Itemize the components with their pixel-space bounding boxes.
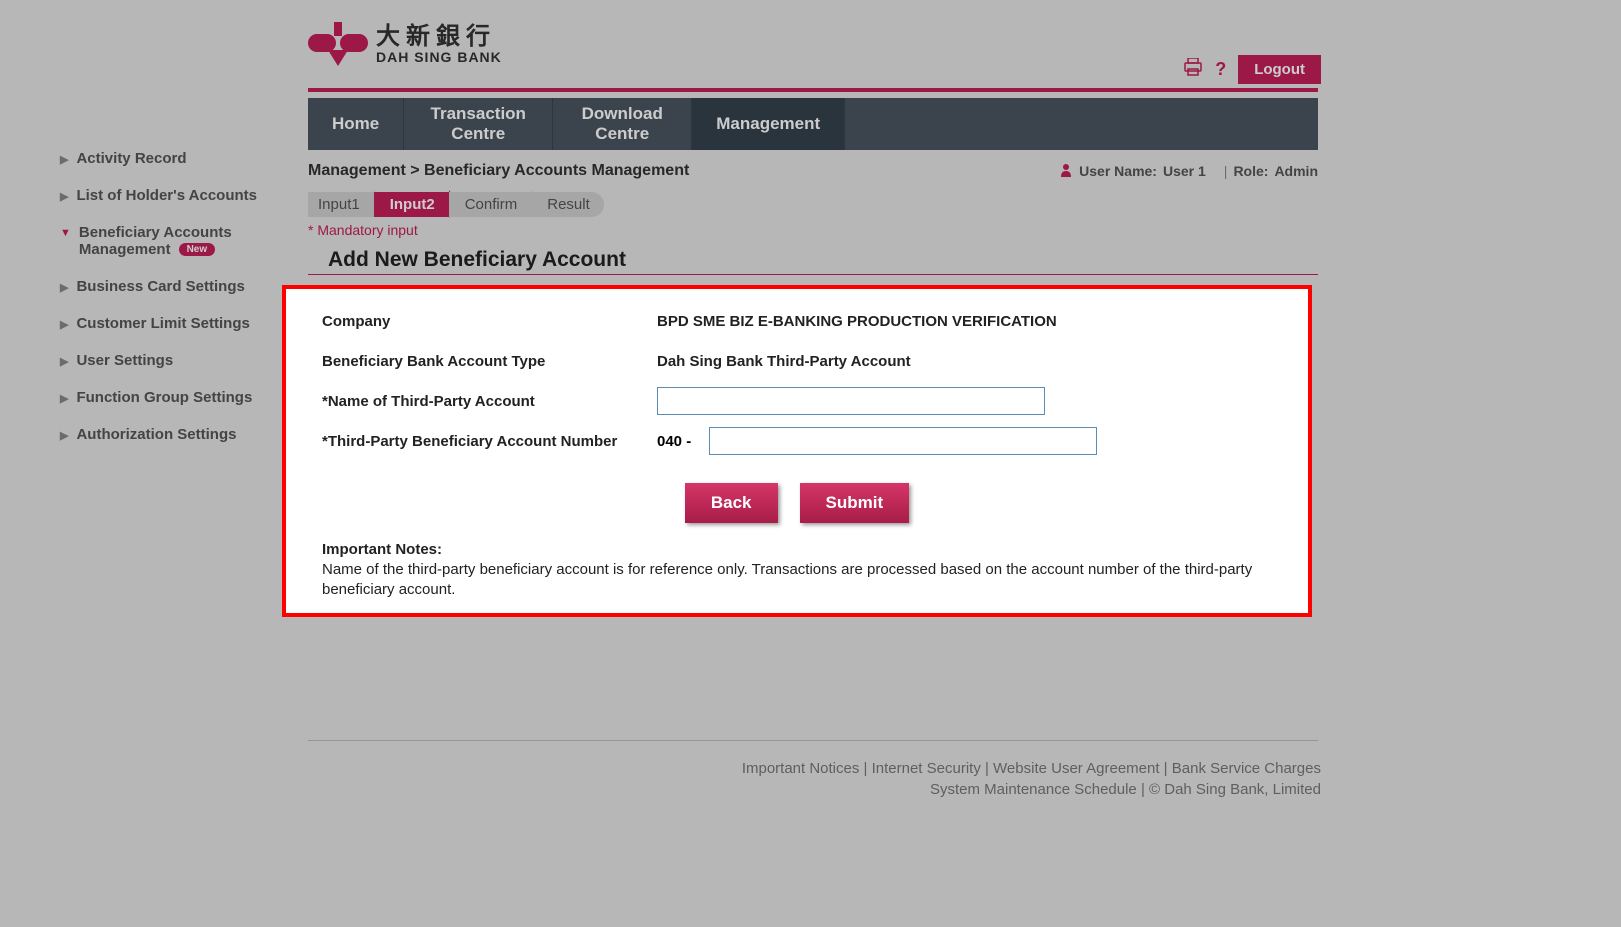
- footer-divider: [308, 740, 1318, 741]
- sidebar-item-label: Authorization Settings: [76, 426, 236, 443]
- bank-logo-icon: [308, 22, 368, 67]
- user-info: User Name: User 1 | Role: Admin: [1059, 163, 1318, 180]
- sidebar-item-holder-accounts[interactable]: ▶ List of Holder's Accounts: [60, 177, 290, 214]
- nav-download[interactable]: Download Centre: [553, 98, 692, 150]
- user-name-value: User 1: [1163, 163, 1206, 179]
- breadcrumb: Management > Beneficiary Accounts Manage…: [308, 162, 689, 180]
- sidebar-item-user-settings[interactable]: ▶ User Settings: [60, 342, 290, 379]
- nav-management[interactable]: Management: [692, 98, 845, 150]
- sidebar-item-customer-limit[interactable]: ▶ Customer Limit Settings: [60, 305, 290, 342]
- back-button[interactable]: Back: [685, 483, 778, 523]
- sidebar-item-authorization[interactable]: ▶ Authorization Settings: [60, 416, 290, 453]
- sidebar-item-label: Function Group Settings: [76, 389, 252, 406]
- arrow-icon: ▶: [60, 392, 68, 405]
- user-name-label: User Name:: [1079, 163, 1157, 179]
- nav-transaction[interactable]: Transaction Centre: [404, 98, 553, 150]
- submit-button[interactable]: Submit: [800, 483, 910, 523]
- account-number-input[interactable]: [709, 427, 1097, 455]
- sidebar-item-label: Activity Record: [76, 150, 186, 167]
- new-badge: New: [179, 243, 216, 256]
- sidebar-item-label: Management: [79, 241, 171, 258]
- footer-security[interactable]: Internet Security: [872, 760, 981, 777]
- nav-home[interactable]: Home: [308, 98, 404, 150]
- step-indicator: Input1 Input2 Confirm Result: [308, 190, 604, 218]
- arrow-icon: ▶: [60, 318, 68, 331]
- footer-notices[interactable]: Important Notices: [742, 760, 860, 777]
- title-underline: [308, 274, 1318, 275]
- separator: |: [1224, 163, 1228, 179]
- sidebar-item-label: Customer Limit Settings: [76, 315, 249, 332]
- sidebar-item-beneficiary[interactable]: ▼ Beneficiary Accounts Management New: [60, 214, 290, 268]
- account-type-value: Dah Sing Bank Third-Party Account: [657, 353, 911, 370]
- main-nav: Home Transaction Centre Download Centre …: [308, 98, 1318, 150]
- arrow-icon: ▶: [60, 190, 68, 203]
- footer-copyright: © Dah Sing Bank, Limited: [1149, 781, 1321, 798]
- notes-body: Name of the third-party beneficiary acco…: [322, 560, 1272, 601]
- logo-english: DAH SING BANK: [376, 50, 502, 65]
- role-label: Role:: [1233, 163, 1268, 179]
- step-result: Result: [531, 192, 604, 217]
- help-icon[interactable]: ?: [1215, 59, 1226, 80]
- company-value: BPD SME BIZ E-BANKING PRODUCTION VERIFIC…: [657, 313, 1057, 330]
- sidebar-item-function-group[interactable]: ▶ Function Group Settings: [60, 379, 290, 416]
- step-confirm: Confirm: [449, 192, 532, 217]
- step-input1: Input1: [308, 192, 374, 217]
- page-title: Add New Beneficiary Account: [328, 248, 626, 272]
- sidebar-item-label: User Settings: [76, 352, 173, 369]
- accent-bar: [308, 88, 1318, 92]
- sidebar-item-label: Business Card Settings: [76, 278, 244, 295]
- arrow-icon: ▶: [60, 281, 68, 294]
- sidebar-item-business-card[interactable]: ▶ Business Card Settings: [60, 268, 290, 305]
- third-party-name-input[interactable]: [657, 387, 1045, 415]
- user-icon: [1059, 163, 1073, 180]
- footer-charges[interactable]: Bank Service Charges: [1172, 760, 1321, 777]
- arrow-icon: ▶: [60, 355, 68, 368]
- arrow-icon: ▶: [60, 429, 68, 442]
- form-panel: Company BPD SME BIZ E-BANKING PRODUCTION…: [282, 285, 1312, 617]
- sidebar-item-label: List of Holder's Accounts: [76, 187, 257, 204]
- arrow-down-icon: ▼: [60, 227, 71, 239]
- mandatory-note: * Mandatory input: [308, 222, 418, 238]
- footer-agreement[interactable]: Website User Agreement: [993, 760, 1159, 777]
- footer-links: Important Notices | Internet Security | …: [742, 758, 1321, 800]
- footer-maintenance[interactable]: System Maintenance Schedule: [930, 781, 1137, 798]
- account-prefix: 040 -: [657, 433, 691, 450]
- role-value: Admin: [1274, 163, 1318, 179]
- step-input2: Input2: [374, 192, 449, 217]
- third-party-name-label: *Name of Third-Party Account: [322, 393, 657, 410]
- company-label: Company: [322, 313, 657, 330]
- logout-button[interactable]: Logout: [1238, 55, 1321, 84]
- logo-chinese: 大新銀行: [376, 24, 502, 50]
- notes-title: Important Notes:: [322, 541, 1272, 558]
- account-number-label: *Third-Party Beneficiary Account Number: [322, 433, 657, 450]
- print-icon[interactable]: [1183, 58, 1203, 81]
- sidebar-item-label: Beneficiary Accounts: [79, 224, 232, 241]
- logo: 大新銀行 DAH SING BANK: [308, 22, 502, 67]
- account-type-label: Beneficiary Bank Account Type: [322, 353, 657, 370]
- arrow-icon: ▶: [60, 153, 68, 166]
- sidebar: ▶ Activity Record ▶ List of Holder's Accou…: [60, 140, 290, 453]
- sidebar-item-activity[interactable]: ▶ Activity Record: [60, 140, 290, 177]
